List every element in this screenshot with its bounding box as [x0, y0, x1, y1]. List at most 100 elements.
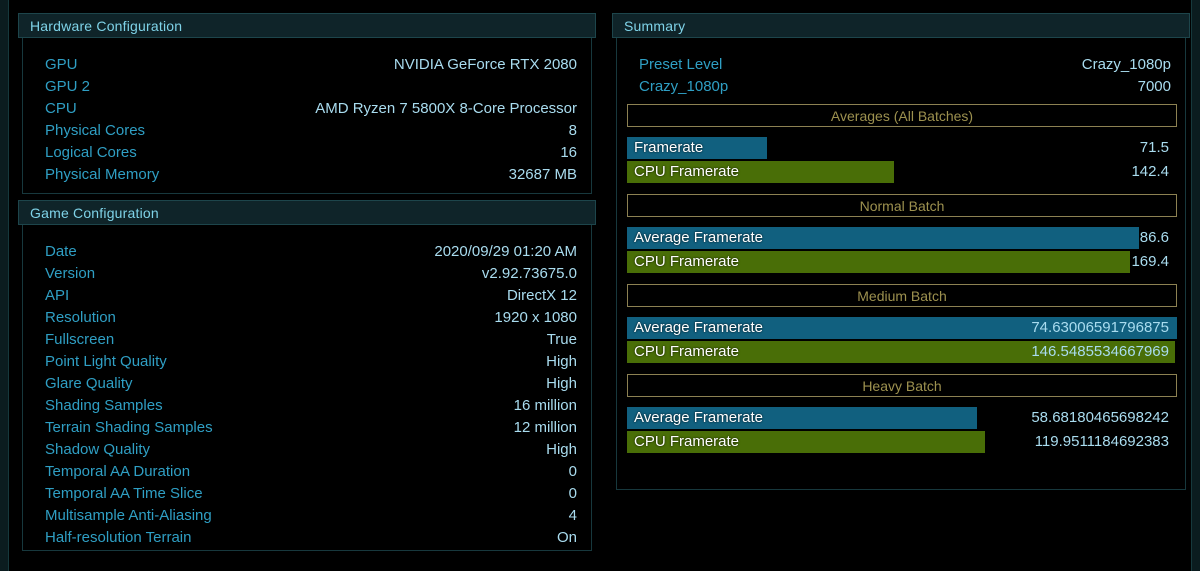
config-row: Shading Samples 16 million	[45, 395, 577, 417]
framerate-bar-value: 58.68180465698242	[1031, 407, 1169, 429]
config-row-key: Shadow Quality	[45, 439, 150, 461]
config-row-key: Temporal AA Duration	[45, 461, 190, 483]
config-row: Terrain Shading Samples 12 million	[45, 417, 577, 439]
config-row: Date 2020/09/29 01:20 AM	[45, 241, 577, 263]
batch-label: Medium Batch	[627, 284, 1177, 307]
config-row-key: GPU	[45, 54, 78, 76]
game-configuration-title: Game Configuration	[30, 205, 159, 221]
config-row-value: High	[546, 351, 577, 373]
config-row-value: 7000	[1138, 76, 1171, 98]
config-row-value: 12 million	[514, 417, 577, 439]
config-row-value: NVIDIA GeForce RTX 2080	[394, 54, 577, 76]
framerate-bar-name: Average Framerate	[634, 227, 763, 249]
config-row-value: 8	[569, 120, 577, 142]
config-row-key: Resolution	[45, 307, 116, 329]
framerate-bar-name: CPU Framerate	[634, 341, 739, 363]
config-row-key: Preset Level	[639, 54, 722, 76]
framerate-bar-name: CPU Framerate	[634, 161, 739, 183]
framerate-bar-name: CPU Framerate	[634, 431, 739, 453]
config-row: Physical Memory32687 MB	[45, 164, 577, 186]
framerate-bar-name: Average Framerate	[634, 407, 763, 429]
config-row: GPU 2	[45, 76, 577, 98]
batch-label: Normal Batch	[627, 194, 1177, 217]
framerate-bar-name: CPU Framerate	[634, 251, 739, 273]
config-row-value: 0	[569, 483, 577, 505]
config-row: Half-resolution TerrainOn	[45, 527, 577, 549]
config-row-key: Multisample Anti-Aliasing	[45, 505, 212, 527]
framerate-bar-value: 142.4	[1131, 161, 1169, 183]
config-row: CPUAMD Ryzen 7 5800X 8-Core Processor	[45, 98, 577, 120]
framerate-bar-row: Average Framerate 74.63006591796875	[627, 317, 1177, 339]
config-row-value: 2020/09/29 01:20 AM	[434, 241, 577, 263]
framerate-bar-row: Framerate 71.5	[627, 137, 1177, 159]
config-row-key: Terrain Shading Samples	[45, 417, 213, 439]
game-configuration-list: Date 2020/09/29 01:20 AM Version v2.92.7367…	[23, 241, 591, 549]
config-row-value: High	[546, 439, 577, 461]
batch-label-text: Averages (All Batches)	[831, 108, 973, 124]
batch-label-text: Normal Batch	[860, 198, 945, 214]
hardware-configuration-title: Hardware Configuration	[30, 18, 182, 34]
hardware-configuration-body: GPU NVIDIA GeForce RTX 2080 GPU 2CPUAMD Ry…	[22, 38, 592, 194]
framerate-bar-name: Average Framerate	[634, 317, 763, 339]
hardware-configuration-header: Hardware Configuration	[18, 13, 596, 38]
right-column: Summary Preset LevelCrazy_1080pCrazy_108…	[607, 0, 1191, 571]
config-row-value: High	[546, 373, 577, 395]
config-row-key: Physical Cores	[45, 120, 145, 142]
config-row-value: v2.92.73675.0	[482, 263, 577, 285]
framerate-bar-value: 169.4	[1131, 251, 1169, 273]
config-row: Shadow Quality High	[45, 439, 577, 461]
config-row-key: API	[45, 285, 69, 307]
batch-label-text: Medium Batch	[857, 288, 946, 304]
batch-label: Averages (All Batches)	[627, 104, 1177, 127]
config-row-value: 32687 MB	[509, 164, 577, 186]
summary-title: Summary	[624, 18, 685, 34]
config-row: Point Light Quality High	[45, 351, 577, 373]
config-row-key: Fullscreen	[45, 329, 114, 351]
config-row: Preset LevelCrazy_1080p	[639, 54, 1171, 76]
left-frame-strip	[0, 0, 9, 571]
config-row-key: Point Light Quality	[45, 351, 167, 373]
framerate-bar-row: Average Framerate 58.68180465698242	[627, 407, 1177, 429]
config-row-key: Crazy_1080p	[639, 76, 728, 98]
framerate-bar-value: 86.6	[1140, 227, 1169, 249]
config-row: GPU NVIDIA GeForce RTX 2080	[45, 54, 577, 76]
config-row-key: Date	[45, 241, 77, 263]
config-row-key: Glare Quality	[45, 373, 133, 395]
config-row-value: 16	[560, 142, 577, 164]
framerate-bar-track	[627, 137, 1177, 159]
framerate-bar-row: CPU Framerate 142.4	[627, 161, 1177, 183]
config-row: Resolution 1920 x 1080	[45, 307, 577, 329]
config-row-value: On	[557, 527, 577, 549]
config-row-key: CPU	[45, 98, 77, 120]
config-row-value: DirectX 12	[507, 285, 577, 307]
summary-body: Preset LevelCrazy_1080pCrazy_1080p 7000 A…	[616, 38, 1186, 490]
config-row-key: Version	[45, 263, 95, 285]
config-row: FullscreenTrue	[45, 329, 577, 351]
config-row: Glare Quality High	[45, 373, 577, 395]
config-row-value: 1920 x 1080	[494, 307, 577, 329]
batch-label: Heavy Batch	[627, 374, 1177, 397]
game-configuration-body: Date 2020/09/29 01:20 AM Version v2.92.7367…	[22, 225, 592, 551]
config-row-value: 16 million	[514, 395, 577, 417]
summary-preset-list: Preset LevelCrazy_1080pCrazy_1080p 7000	[617, 54, 1185, 98]
framerate-bar-value: 146.5485534667969	[1031, 341, 1169, 363]
config-row: API DirectX 12	[45, 285, 577, 307]
framerate-bar-row: CPU Framerate119.9511184692383	[627, 431, 1177, 453]
benchmark-results-screen: Hardware Configuration GPU NVIDIA GeForce…	[0, 0, 1200, 571]
batch-label-text: Heavy Batch	[862, 378, 941, 394]
hardware-configuration-list: GPU NVIDIA GeForce RTX 2080 GPU 2CPUAMD Ry…	[23, 54, 591, 186]
framerate-bar-name: Framerate	[634, 137, 703, 159]
config-row-key: GPU 2	[45, 76, 90, 98]
config-row-key: Temporal AA Time Slice	[45, 483, 203, 505]
config-row: Multisample Anti-Aliasing4	[45, 505, 577, 527]
framerate-bar-row: Average Framerate 86.6	[627, 227, 1177, 249]
summary-header: Summary	[612, 13, 1190, 38]
config-row-key: Shading Samples	[45, 395, 163, 417]
left-column: Hardware Configuration GPU NVIDIA GeForce…	[9, 0, 605, 571]
framerate-bar-value: 74.63006591796875	[1031, 317, 1169, 339]
framerate-bar-row: CPU Framerate 169.4	[627, 251, 1177, 273]
config-row: Physical Cores 8	[45, 120, 577, 142]
framerate-bar-row: CPU Framerate 146.5485534667969	[627, 341, 1177, 363]
framerate-bar-value: 71.5	[1140, 137, 1169, 159]
game-configuration-header: Game Configuration	[18, 200, 596, 225]
